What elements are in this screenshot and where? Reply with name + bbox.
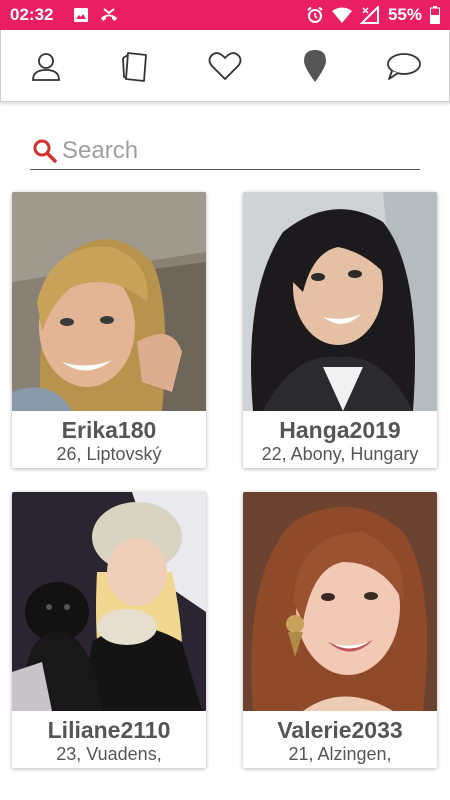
profile-details: 22, Abony, Hungary	[261, 444, 419, 464]
search-bar	[30, 132, 420, 170]
battery-percentage: 55%	[387, 5, 422, 24]
nav-chat-button[interactable]	[376, 38, 432, 94]
profile-card[interactable]: Valerie2033 21, Alzingen,	[243, 492, 437, 768]
profile-name: Valerie2033	[277, 717, 403, 743]
profile-details: 26, Liptovský	[56, 444, 162, 464]
battery-icon	[430, 6, 440, 24]
alarm-icon	[306, 6, 324, 24]
location-icon	[303, 49, 326, 82]
profile-icon	[31, 52, 60, 81]
nav-cards-button[interactable]	[107, 38, 163, 94]
profile-photo[interactable]	[12, 192, 206, 411]
heart-icon	[208, 51, 242, 80]
status-bar: 02:32 55%	[0, 0, 450, 30]
cards-icon	[122, 51, 148, 82]
nav-profile-button[interactable]	[18, 38, 74, 94]
top-navigation	[0, 30, 450, 102]
clock: 02:32	[10, 5, 54, 24]
profile-card[interactable]: Hanga2019 22, Abony, Hungary	[243, 192, 437, 468]
search-icon	[33, 139, 57, 163]
profile-details: 23, Vuadens,	[56, 744, 162, 764]
missed-call-icon	[99, 7, 119, 23]
chat-icon	[387, 52, 422, 80]
nav-location-button[interactable]	[287, 38, 343, 94]
profile-card[interactable]: Liliane2110 23, Vuadens,	[12, 492, 206, 768]
profile-name: Hanga2019	[279, 417, 401, 443]
profile-photo[interactable]	[243, 192, 437, 411]
image-notification-icon	[73, 7, 89, 23]
nav-favorites-button[interactable]	[197, 38, 253, 94]
profile-photo[interactable]	[12, 492, 206, 711]
profile-name: Liliane2110	[47, 717, 171, 743]
profile-details: 21, Alzingen,	[288, 744, 392, 764]
profile-card[interactable]: Erika180 26, Liptovský	[12, 192, 206, 468]
wifi-icon	[331, 7, 352, 23]
profile-photo[interactable]	[243, 492, 437, 711]
search-input[interactable]	[58, 133, 420, 168]
signal-icon	[359, 6, 380, 24]
profile-name: Erika180	[61, 417, 157, 443]
